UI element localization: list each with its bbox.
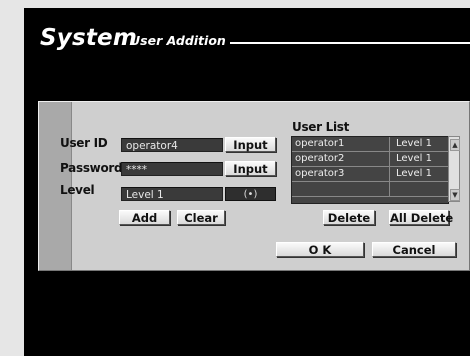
list-row[interactable]: [292, 182, 448, 197]
clear-button[interactable]: Clear: [177, 210, 225, 225]
user-id-field[interactable]: operator4: [121, 138, 223, 152]
level-selector-button[interactable]: (•): [225, 187, 276, 201]
level-label: Level: [60, 183, 95, 197]
delete-button[interactable]: Delete: [323, 210, 375, 225]
list-row-name: operator2: [292, 152, 390, 166]
list-row[interactable]: operator2 Level 1: [292, 152, 448, 167]
menu-subtitle: User Addition: [130, 33, 226, 48]
list-row-name: operator1: [292, 137, 390, 151]
user-id-input-button[interactable]: Input: [225, 137, 276, 152]
user-list-scrollbar[interactable]: ▲ ▼: [448, 136, 460, 202]
user-list: operator1 Level 1 operator2 Level 1 oper…: [291, 136, 449, 204]
password-label: Password: [60, 161, 123, 175]
cancel-button[interactable]: Cancel: [372, 242, 456, 257]
password-field[interactable]: ****: [121, 162, 223, 176]
menu-title: System: [40, 25, 138, 51]
add-button[interactable]: Add: [119, 210, 170, 225]
scroll-down-icon[interactable]: ▼: [450, 189, 460, 201]
scroll-up-icon[interactable]: ▲: [450, 139, 460, 151]
list-row[interactable]: operator1 Level 1: [292, 137, 448, 152]
list-row-level: Level 1: [396, 168, 432, 179]
delete-all-button[interactable]: All Delete: [389, 210, 453, 225]
level-field[interactable]: Level 1: [121, 187, 223, 201]
list-row-level: Level 1: [396, 153, 432, 164]
list-row-name: [292, 182, 390, 196]
user-list-title: User List: [292, 120, 350, 134]
password-input-button[interactable]: Input: [225, 161, 276, 176]
user-id-label: User ID: [60, 136, 108, 150]
ok-button[interactable]: O K: [276, 242, 364, 257]
title-underline: [230, 42, 470, 44]
list-row-level: [391, 182, 448, 196]
list-row-name: operator3: [292, 167, 390, 181]
list-row-level: Level 1: [396, 138, 432, 149]
list-row[interactable]: operator3 Level 1: [292, 167, 448, 182]
